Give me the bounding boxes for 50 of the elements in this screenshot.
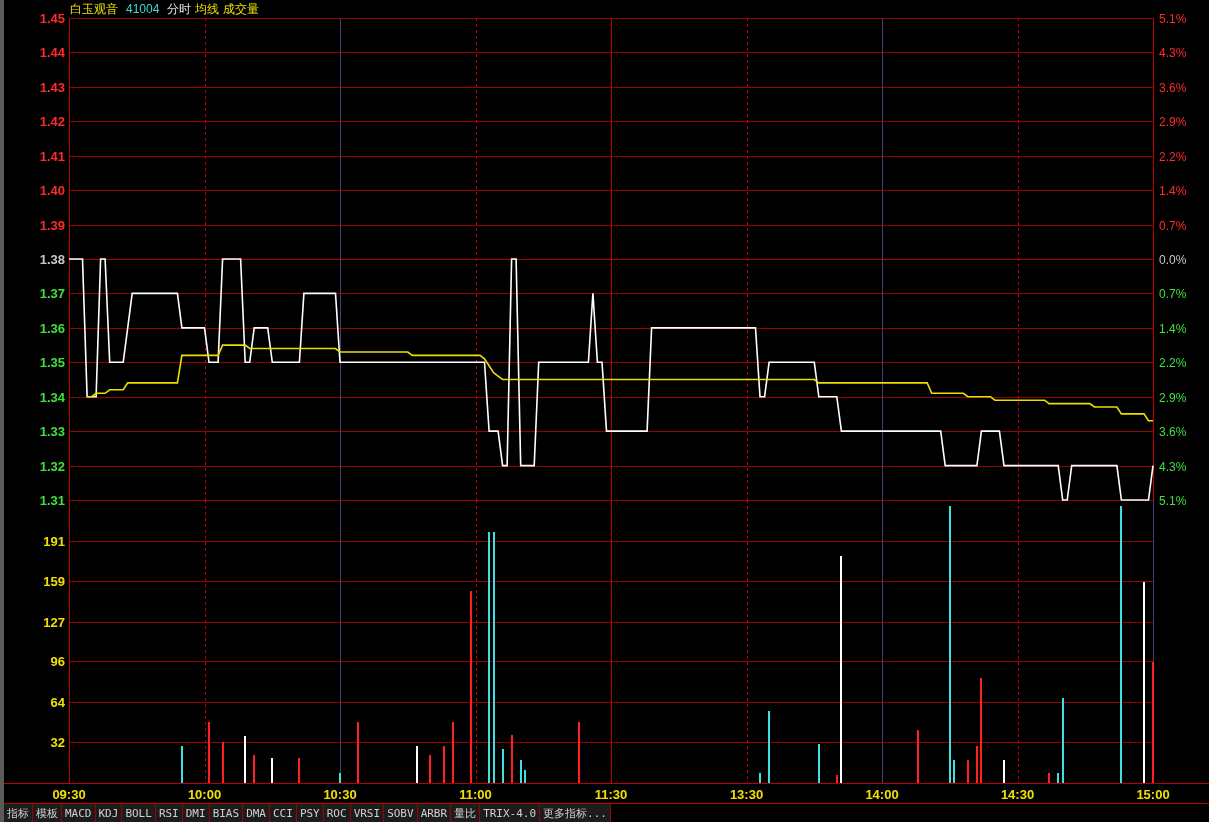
price-axis-label: 1.31: [39, 493, 65, 508]
percent-axis-label: 2.2%: [1159, 356, 1187, 371]
header-code: 41004: [126, 3, 160, 15]
price-axis-label: 1.43: [39, 79, 65, 95]
volume-axis-label: 64: [50, 694, 65, 710]
time-axis-label: 14:00: [865, 787, 899, 802]
percent-axis-label: 0.0%: [1159, 253, 1187, 267]
percent-axis-label: 2.9%: [1159, 390, 1187, 405]
percent-axis-label: 4.3%: [1159, 459, 1187, 474]
price-axis-label: 1.32: [39, 458, 65, 474]
price-axis-label: 1.37: [39, 286, 65, 302]
time-axis-label: 13:30: [729, 787, 764, 802]
price-axis-label: 1.41: [39, 148, 65, 164]
time-axis-label: 10:30: [323, 787, 357, 802]
time-axis-label: 11:30: [594, 787, 628, 802]
price-axis-label: 1.35: [39, 355, 65, 371]
price-axis-label: 1.36: [39, 320, 65, 336]
header-name: 白玉观音: [70, 3, 118, 15]
price-axis-label: 1.34: [39, 389, 65, 405]
header-indicator: 均线: [195, 3, 220, 15]
header-period: 分时: [167, 3, 192, 15]
percent-axis-label: 0.7%: [1159, 287, 1187, 302]
price-axis-label: 1.40: [39, 183, 65, 199]
volume-axis-label: 159: [43, 574, 65, 590]
time-axis-label: 11:00: [459, 787, 492, 802]
percent-axis-label: 0.7%: [1159, 218, 1187, 233]
percent-axis-label: 2.9%: [1159, 115, 1187, 130]
price-axis-label: 1.42: [39, 114, 65, 130]
volume-axis-label: 127: [43, 614, 65, 630]
price-axis-label: 1.39: [39, 217, 65, 233]
time-axis-label: 09:30: [52, 787, 86, 802]
volume-axis-label: 191: [43, 533, 65, 549]
percent-axis-label: 3.6%: [1159, 80, 1187, 95]
header-indicator: 成交量: [223, 3, 260, 15]
percent-axis-label: 3.6%: [1159, 425, 1187, 440]
volume-axis-label: 96: [50, 654, 65, 670]
percent-axis-label: 5.1%: [1159, 494, 1187, 508]
volume-axis-label: 32: [50, 735, 65, 751]
percent-axis-label: 1.4%: [1159, 184, 1187, 199]
price-axis-label: 1.44: [39, 45, 65, 61]
price-axis-label: 1.38: [39, 252, 65, 267]
time-axis-label: 14:30: [1000, 787, 1035, 802]
percent-axis-label: 2.2%: [1159, 149, 1187, 164]
time-axis-label: 10:00: [187, 787, 222, 802]
percent-axis-label: 5.1%: [1159, 12, 1187, 26]
price-axis-label: 1.33: [39, 424, 65, 440]
time-axis-label: 15:00: [1136, 787, 1170, 802]
price-axis-label: 1.45: [39, 11, 65, 26]
percent-axis-label: 1.4%: [1159, 321, 1187, 336]
percent-axis-label: 4.3%: [1159, 46, 1187, 61]
